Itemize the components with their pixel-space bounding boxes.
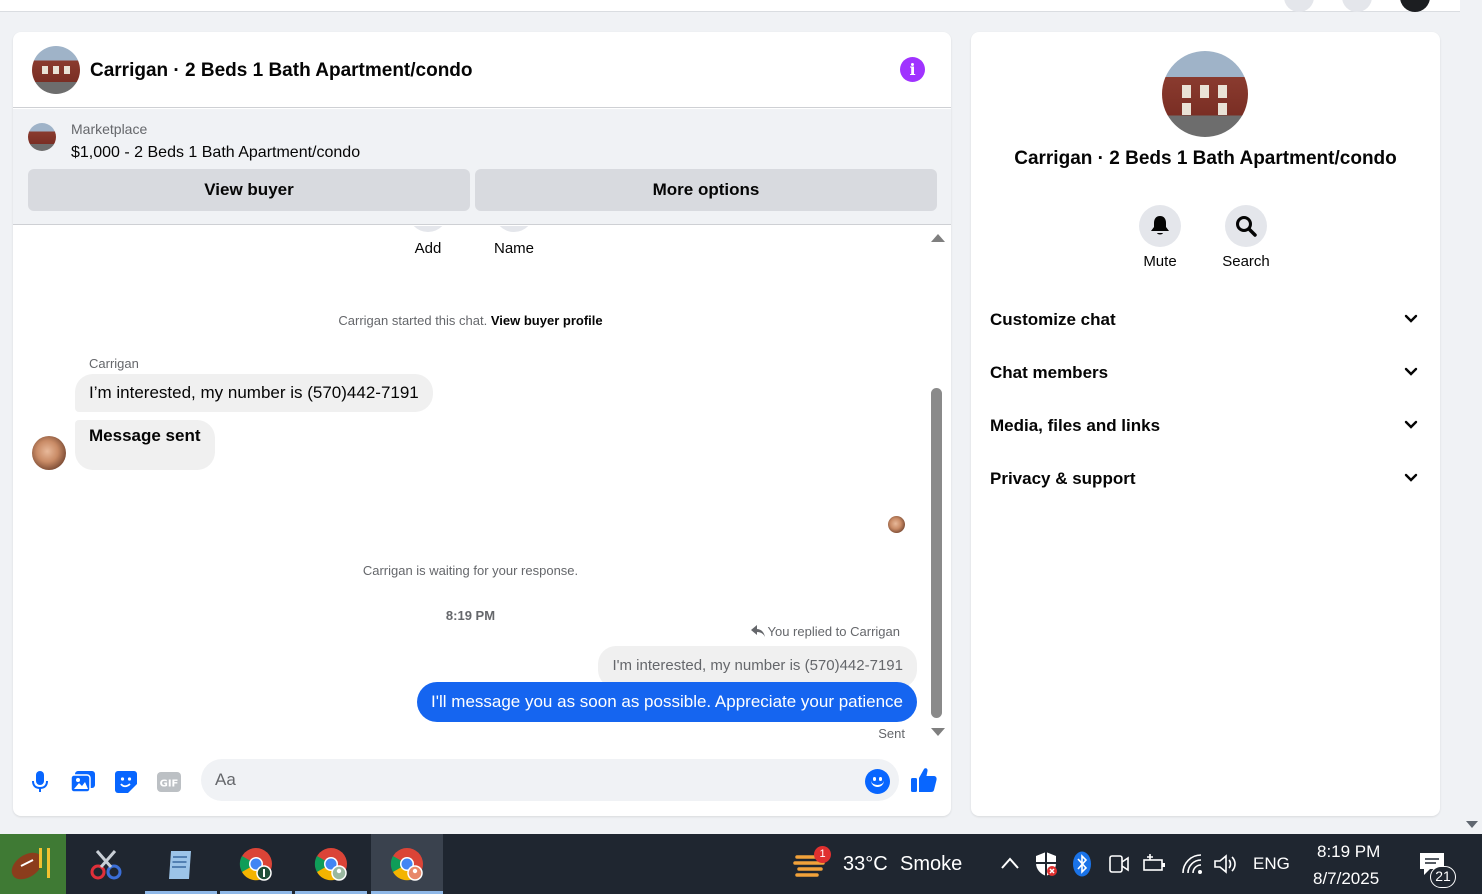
chevron-up-icon[interactable] [1000,856,1020,870]
chat-info-panel: Carrigan · 2 Beds 1 Bath Apartment/condo… [971,32,1440,816]
section-label: Media, files and links [990,416,1161,435]
info-listing-avatar[interactable] [1162,51,1248,137]
incoming-message[interactable]: Message sent [75,420,215,470]
section-label: Privacy & support [990,469,1136,488]
notepad-icon[interactable] [145,834,217,894]
chat-header: Carrigan · 2 Beds 1 Bath Apartment/condo… [13,32,951,108]
emoji-icon[interactable] [865,769,890,794]
message-input-wrapper [201,759,899,801]
security-shield-icon[interactable] [1034,851,1058,877]
reply-indicator: You replied to Carrigan [750,624,901,639]
language-indicator[interactable]: ENG [1253,854,1290,874]
nav-menu-icon[interactable] [1284,0,1314,12]
chat-started-notice: Carrigan started this chat. View buyer p… [13,313,928,328]
sender-name: Carrigan [89,356,139,371]
mute-button[interactable]: Mute [1125,205,1195,270]
scroll-thumb[interactable] [931,388,942,718]
top-navigation-bar [0,0,1460,12]
battery-icon[interactable] [1142,854,1166,874]
more-options-button[interactable]: More options [475,169,937,211]
notification-count-badge: 21 [1430,866,1456,888]
read-receipt-avatar [888,516,905,533]
search-icon [1225,205,1267,247]
reply-indicator-text: You replied to Carrigan [767,624,901,639]
photo-icon[interactable] [69,768,97,796]
chevron-down-icon [1404,367,1418,376]
outgoing-message[interactable]: I'll message you as soon as possible. Ap… [417,682,917,722]
chrome-profile-3-icon[interactable] [371,834,443,894]
chat-started-text: Carrigan started this chat. [338,313,488,328]
bluetooth-icon[interactable] [1072,851,1092,877]
gif-icon[interactable]: GIF [155,768,183,796]
chat-members-section[interactable]: Chat members [990,351,1422,395]
marketplace-listing-banner: Marketplace $1,000 - 2 Beds 1 Bath Apart… [13,109,951,225]
reply-arrow-icon [750,625,765,637]
message-composer: GIF [13,754,951,810]
windows-taskbar: 1 33°C Smoke ENG 8:19 PM 8/7/2025 21 [0,834,1482,894]
section-label: Customize chat [990,310,1116,329]
chevron-down-icon [1404,473,1418,482]
sender-avatar[interactable] [32,436,66,470]
mute-label: Mute [1143,253,1177,270]
wifi-icon[interactable] [1180,852,1204,876]
page-scroll-down-arrow[interactable] [1466,821,1478,828]
snipping-tool-icon[interactable] [70,834,142,894]
search-button[interactable]: Search [1211,205,1281,270]
weather-description: Smoke [900,853,963,875]
chat-title[interactable]: Carrigan · 2 Beds 1 Bath Apartment/condo [90,60,473,82]
listing-price-title[interactable]: $1,000 - 2 Beds 1 Bath Apartment/condo [71,144,360,162]
name-label: Name [493,240,534,257]
nav-profile-avatar[interactable] [1400,0,1430,12]
chrome-profile-2-icon[interactable] [295,834,367,894]
svg-text:GIF: GIF [160,779,179,790]
sent-status: Sent [878,726,905,741]
clock-date: 8/7/2025 [1313,869,1380,888]
privacy-support-section[interactable]: Privacy & support [990,457,1422,501]
customize-chat-section[interactable]: Customize chat [990,298,1422,342]
scroll-down-arrow[interactable] [931,728,945,736]
chrome-profile-1-icon[interactable] [220,834,292,894]
media-files-links-section[interactable]: Media, files and links [990,404,1422,448]
message-list: Add Name Carrigan started this chat. Vie… [13,226,951,746]
search-label: Search [1222,253,1270,270]
add-shortcut[interactable]: Add [407,226,449,257]
chevron-down-icon [1404,314,1418,323]
weather-temperature: 33°C [843,853,888,875]
view-buyer-button[interactable]: View buyer [28,169,470,211]
thumbs-up-icon[interactable] [910,766,938,794]
message-timestamp: 8:19 PM [445,608,496,623]
section-label: Chat members [990,363,1109,382]
chat-panel: Carrigan · 2 Beds 1 Bath Apartment/condo… [13,32,951,816]
football-app-icon[interactable] [0,834,66,894]
volume-icon[interactable] [1213,853,1237,875]
message-input[interactable] [215,759,845,801]
marketplace-label: Marketplace [71,121,148,137]
info-title: Carrigan · 2 Beds 1 Bath Apartment/condo [1014,148,1397,169]
chat-scrollbar[interactable] [930,228,945,746]
microphone-icon[interactable] [26,768,54,796]
nav-messenger-icon[interactable] [1342,0,1372,12]
weather-alert-badge: 1 [814,846,831,863]
listing-thumbnail[interactable] [28,123,56,151]
clock-time: 8:19 PM [1317,842,1381,861]
bell-icon [1139,205,1181,247]
waiting-notice: Carrigan is waiting for your response. [362,563,579,578]
add-label: Add [414,240,442,257]
page-scrollbar[interactable] [1460,0,1482,834]
name-shortcut[interactable]: Name [493,226,535,257]
camera-sharing-icon[interactable] [1108,853,1130,875]
view-buyer-profile-link[interactable]: View buyer profile [491,313,603,328]
scroll-up-arrow[interactable] [931,234,945,242]
incoming-message[interactable]: I’m interested, my number is (570)442-71… [75,374,433,412]
chevron-down-icon [1404,420,1418,429]
listing-avatar[interactable] [32,46,80,94]
sticker-icon[interactable] [112,768,140,796]
info-icon[interactable]: i [900,57,925,82]
